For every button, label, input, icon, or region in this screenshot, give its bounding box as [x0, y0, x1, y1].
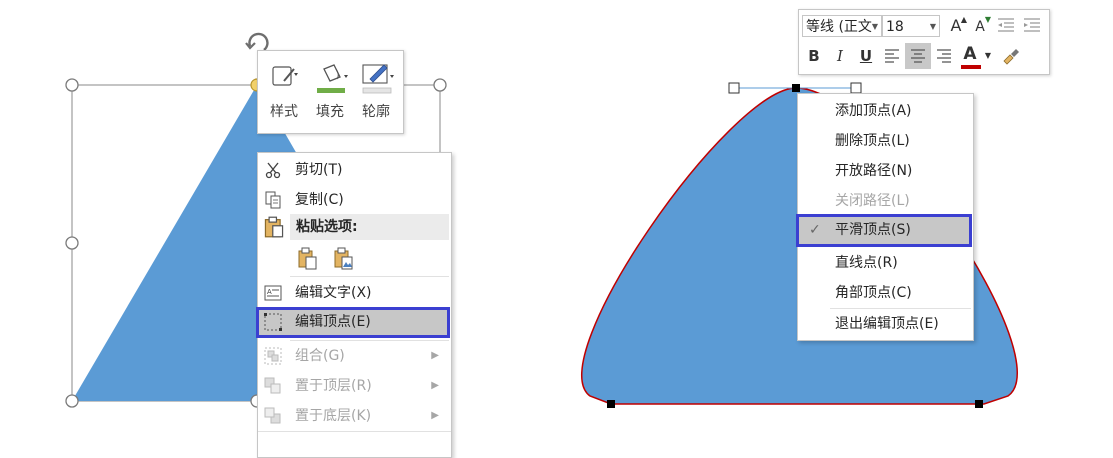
edit-points-icon	[264, 313, 282, 331]
edit-points-context-menu: 添加顶点(A) 删除顶点(L) 开放路径(N) 关闭路径(L) ✓ 平滑顶点(S…	[796, 93, 974, 341]
align-left-button[interactable]	[881, 45, 903, 67]
tangent-handle-left	[728, 82, 740, 94]
menu-item-close-path[interactable]: 关闭路径(L)	[798, 187, 973, 215]
fill-bucket-icon	[317, 64, 348, 93]
fill-label: 填充	[316, 104, 344, 120]
decrease-indent-icon	[998, 18, 1014, 32]
menu-item-copy[interactable]: 复制(C)	[258, 186, 451, 214]
vertex-point-bottom-left	[607, 400, 615, 408]
submenu-arrow-icon: ▶	[431, 380, 439, 391]
menu-item-bring-to-front[interactable]: 置于顶层(R) ▶	[258, 372, 451, 400]
paste-as-picture-button[interactable]	[332, 247, 356, 271]
menu-item-corner-point[interactable]: 角部顶点(C)	[798, 279, 973, 307]
clipboard-icon	[264, 216, 284, 238]
style-button[interactable]: 样式	[264, 57, 304, 127]
menu-item-edit-points[interactable]: 编辑顶点(E)	[256, 307, 450, 338]
menu-item-edit-text[interactable]: A 编辑文字(X)	[258, 279, 451, 307]
rotate-handle	[245, 32, 269, 51]
paste-picture-icon	[334, 247, 353, 270]
fill-button[interactable]: 填充	[310, 57, 350, 127]
send-back-icon	[264, 407, 281, 424]
font-color-dropdown[interactable]: ▼	[982, 45, 994, 67]
increase-indent-button[interactable]	[1021, 15, 1043, 37]
menu-item-open-path[interactable]: 开放路径(N)	[798, 157, 973, 185]
chevron-down-icon: ▼	[929, 22, 936, 31]
format-painter-button[interactable]	[999, 45, 1021, 67]
font-color-button[interactable]: A	[959, 43, 981, 69]
font-mini-toolbar: 等线 (正文 ▼ 18 ▼ A ▲ A ▼ B I U A ▼	[798, 9, 1050, 75]
vertex-point-bottom-right	[975, 400, 983, 408]
group-icon	[264, 347, 282, 365]
italic-button[interactable]: I	[829, 45, 851, 67]
checkmark-icon: ✓	[809, 222, 821, 238]
shrink-font-button[interactable]: A ▼	[969, 15, 991, 37]
paste-keep-format-button[interactable]	[296, 247, 320, 271]
underline-button[interactable]: U	[855, 45, 877, 67]
pen-outline-icon	[362, 64, 394, 94]
outline-button[interactable]: 轮廓	[356, 57, 396, 127]
decrease-indent-button[interactable]	[995, 15, 1017, 37]
paste-keep-source-icon	[298, 247, 317, 270]
submenu-arrow-icon: ▶	[431, 410, 439, 421]
align-left-icon	[885, 49, 899, 63]
bold-button[interactable]: B	[803, 45, 825, 67]
menu-item-add-point[interactable]: 添加顶点(A)	[798, 97, 973, 125]
menu-item-smooth-point[interactable]: ✓ 平滑顶点(S)	[796, 214, 972, 247]
svg-text:A: A	[267, 289, 272, 296]
copy-icon	[265, 191, 281, 209]
bring-front-icon	[264, 377, 281, 394]
vertex-point-top	[792, 84, 800, 92]
style-label: 样式	[270, 104, 298, 120]
chevron-down-icon: ▼	[871, 22, 878, 31]
outline-label: 轮廓	[362, 104, 390, 120]
increase-indent-icon	[1024, 18, 1040, 32]
align-right-button[interactable]	[933, 45, 955, 67]
shape-style-icon	[272, 66, 298, 86]
align-center-button[interactable]	[905, 43, 931, 69]
align-right-icon	[937, 49, 951, 63]
menu-item-send-to-back[interactable]: 置于底层(K) ▶	[258, 402, 451, 430]
font-name-combo[interactable]: 等线 (正文 ▼	[802, 15, 882, 37]
grow-font-button[interactable]: A ▲	[945, 15, 967, 37]
shrink-arrow-icon: ▼	[984, 15, 991, 24]
grow-arrow-icon: ▲	[960, 15, 967, 24]
menu-item-cut[interactable]: 剪切(T)	[258, 156, 451, 184]
font-color-bar	[961, 65, 981, 69]
format-painter-icon	[1003, 49, 1019, 65]
menu-item-delete-point[interactable]: 删除顶点(L)	[798, 127, 973, 155]
paste-options-row: 粘贴选项:	[258, 213, 451, 241]
menu-item-exit-edit-points[interactable]: 退出编辑顶点(E)	[798, 310, 973, 338]
edit-text-icon: A	[264, 285, 282, 301]
menu-item-group[interactable]: 组合(G) ▶	[258, 342, 451, 370]
menu-item-straight-point[interactable]: 直线点(R)	[798, 249, 973, 277]
tangent-handle-right	[850, 82, 862, 94]
font-size-combo[interactable]: 18 ▼	[882, 15, 940, 37]
submenu-arrow-icon: ▶	[431, 350, 439, 361]
align-center-icon	[911, 49, 925, 63]
scissors-icon	[265, 162, 281, 179]
left-context-menu: 剪切(T) 复制(C) 粘贴选项: A 编辑文字(X) 编辑顶点(E) 组合(G…	[256, 152, 452, 458]
paste-options-header: 粘贴选项:	[290, 214, 449, 240]
mini-toolbar: 样式 填充 轮廓	[257, 50, 404, 134]
